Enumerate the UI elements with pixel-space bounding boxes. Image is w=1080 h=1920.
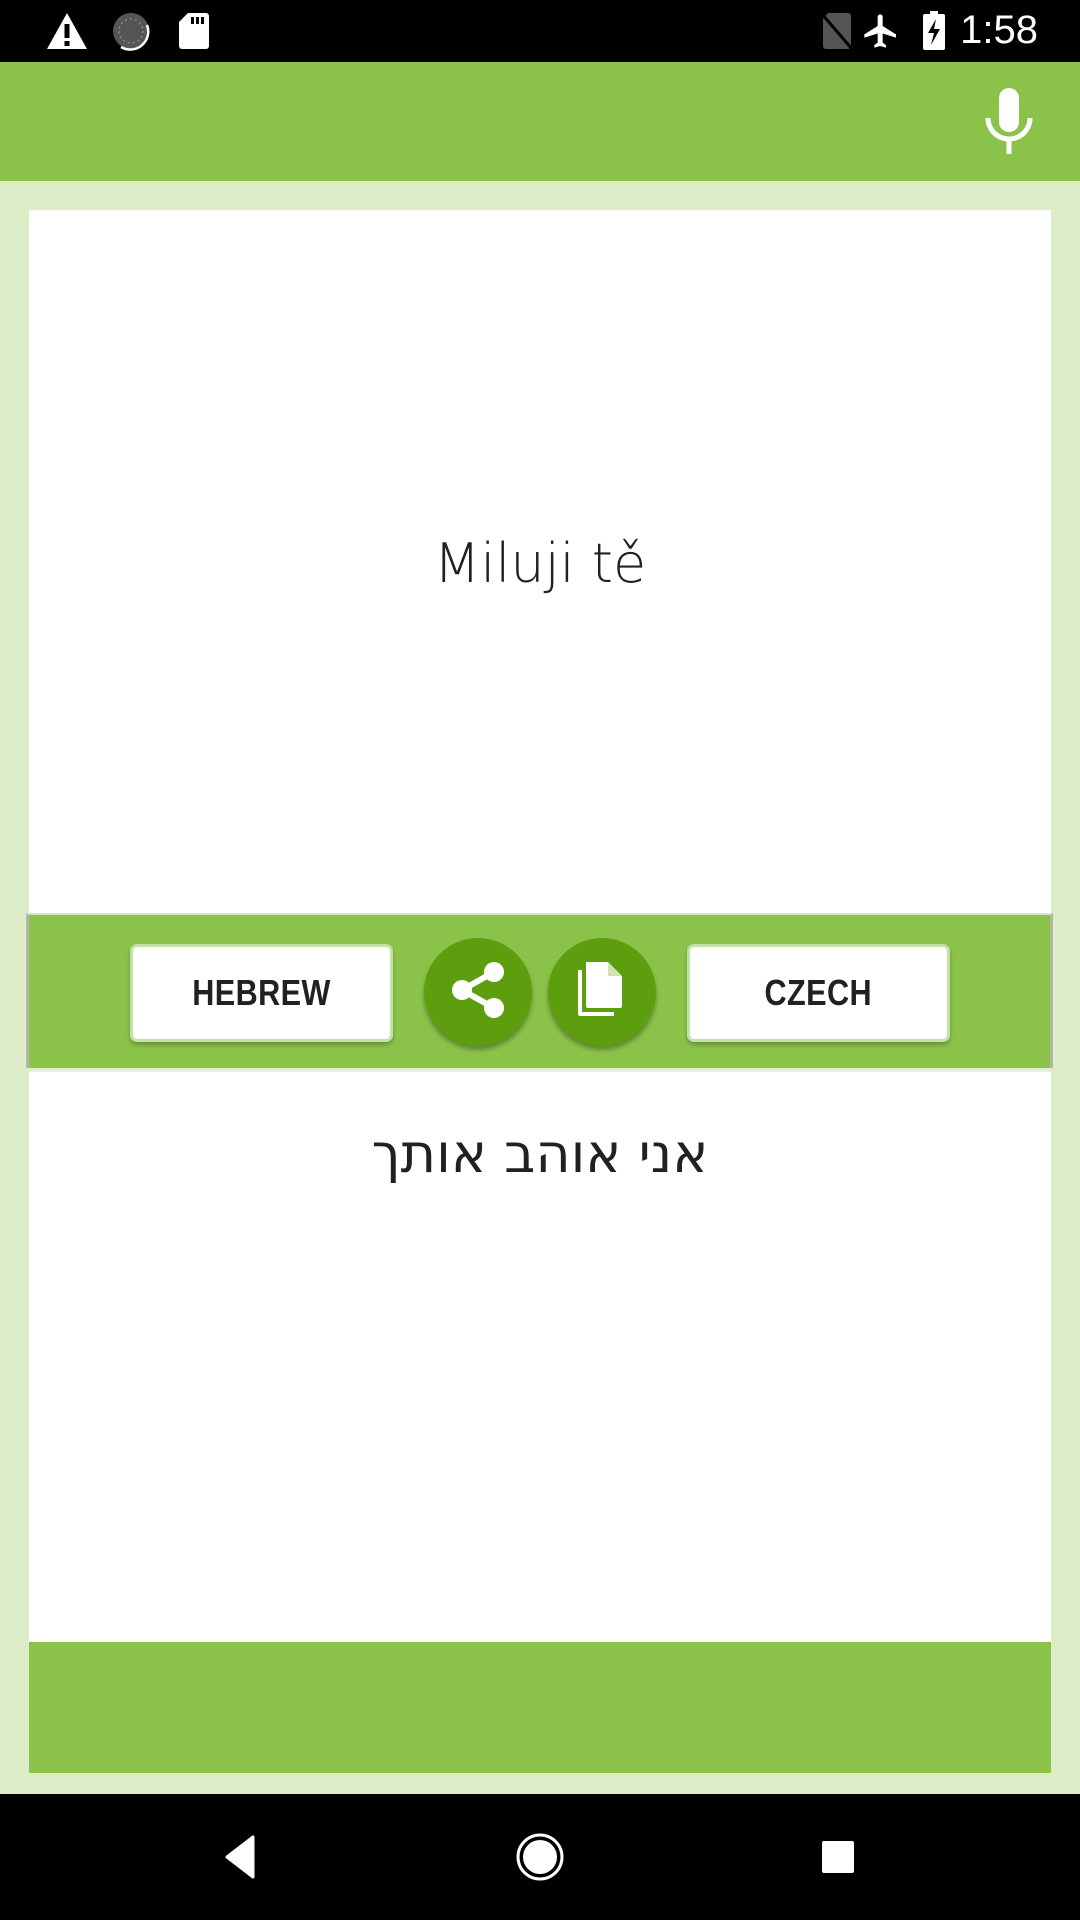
voice-input-button[interactable]	[969, 84, 1049, 164]
copy-button[interactable]	[548, 938, 656, 1046]
sync-circle-icon	[110, 12, 152, 51]
back-button[interactable]	[206, 1824, 276, 1894]
status-bar: 1:58	[0, 0, 1080, 62]
hebrew-language-label: HEBREW	[192, 972, 331, 1013]
microphone-icon	[984, 87, 1034, 161]
source-text: Miluji tě	[433, 532, 647, 595]
share-button[interactable]	[424, 938, 532, 1046]
source-text-panel[interactable]: Miluji tě	[29, 210, 1051, 913]
hebrew-language-button[interactable]: HEBREW	[130, 944, 393, 1042]
translated-text: אני אוהב אותך	[371, 1122, 709, 1185]
recents-button[interactable]	[803, 1824, 873, 1894]
airplane-mode-icon	[860, 12, 902, 50]
bottom-banner	[29, 1642, 1051, 1773]
status-time: 1:58	[960, 8, 1038, 52]
app-toolbar	[0, 62, 1080, 181]
back-icon	[221, 1835, 261, 1884]
share-icon	[446, 958, 510, 1027]
home-icon	[515, 1832, 565, 1887]
navigation-bar	[0, 1794, 1080, 1920]
no-sim-icon	[820, 12, 854, 50]
warning-icon	[46, 12, 88, 50]
battery-charging-icon	[920, 11, 948, 50]
home-button[interactable]	[505, 1824, 575, 1894]
sd-card-icon	[176, 12, 212, 50]
copy-icon	[574, 960, 630, 1025]
translation-panel: אני אוהב אותך	[29, 1070, 1051, 1642]
recents-icon	[820, 1839, 856, 1880]
czech-language-button[interactable]: CZECH	[687, 944, 950, 1042]
language-controls-bar: HEBREW CZECH	[26, 913, 1053, 1068]
czech-language-label: CZECH	[764, 972, 873, 1013]
